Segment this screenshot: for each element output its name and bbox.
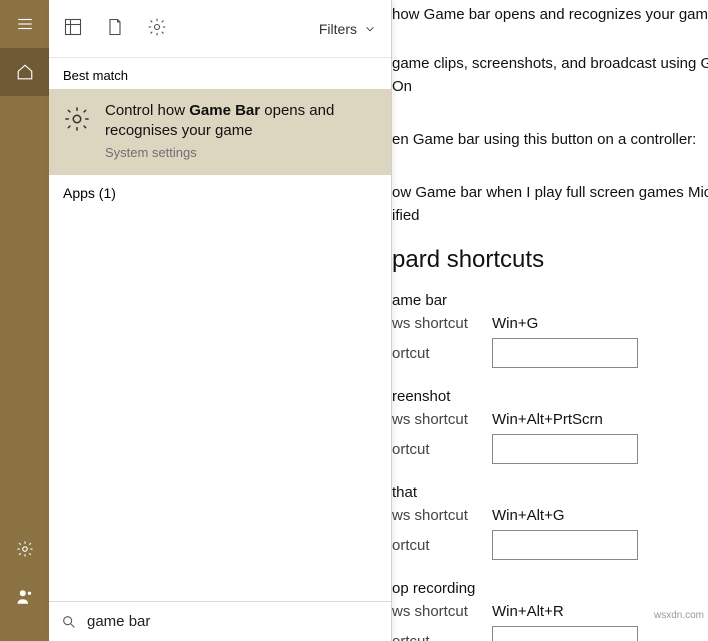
settings-background: how Game bar opens and recognizes your g… <box>392 0 708 641</box>
toggle-label: On <box>392 78 708 95</box>
search-box[interactable] <box>49 601 391 641</box>
search-result-best-match[interactable]: Control how Game Bar opens and recognise… <box>49 89 391 175</box>
shortcut-input[interactable] <box>492 530 638 560</box>
shortcut-value: Win+Alt+PrtScrn <box>492 411 603 428</box>
shortcut-name: reenshot <box>392 388 708 405</box>
shortcut-name: op recording <box>392 580 708 597</box>
custom-shortcut-row: ortcut <box>392 626 708 641</box>
settings-gear-button[interactable] <box>0 525 49 573</box>
watermark: wsxdn.com <box>654 610 704 621</box>
feedback-button[interactable] <box>0 573 49 621</box>
shortcut-label: ws shortcut <box>392 507 492 524</box>
section-heading: pard shortcuts <box>392 246 708 274</box>
shortcut-input[interactable] <box>492 434 638 464</box>
shortcut-input[interactable] <box>492 338 638 368</box>
shortcut-group: ame barws shortcutWin+Gortcut <box>392 292 708 368</box>
shortcut-value: Win+Alt+G <box>492 507 565 524</box>
windows-shortcut-row: ws shortcutWin+Alt+PrtScrn <box>392 411 708 428</box>
search-results-panel: Filters Best match Control how Game Bar … <box>49 0 392 641</box>
custom-shortcut-row: ortcut <box>392 434 708 464</box>
result-title: Control how Game Bar opens and recognise… <box>105 101 377 142</box>
taskbar-sidebar <box>0 0 49 641</box>
shortcut-group: thatws shortcutWin+Alt+Gortcut <box>392 484 708 560</box>
windows-shortcut-row: ws shortcutWin+G <box>392 315 708 332</box>
search-panel-toolbar: Filters <box>49 0 391 58</box>
shortcut-name: ame bar <box>392 292 708 309</box>
result-subtitle: System settings <box>105 144 377 162</box>
apps-section-header[interactable]: Apps (1) <box>49 175 391 211</box>
shortcut-input[interactable] <box>492 626 638 641</box>
shortcut-label: ws shortcut <box>392 411 492 428</box>
shortcut-label: ortcut <box>392 633 492 641</box>
gear-icon <box>63 105 91 133</box>
home-button[interactable] <box>0 48 49 96</box>
shortcut-label: ortcut <box>392 345 492 362</box>
hamburger-menu-button[interactable] <box>0 0 49 48</box>
apps-scope-icon[interactable] <box>63 17 83 40</box>
custom-shortcut-row: ortcut <box>392 530 708 560</box>
custom-shortcut-row: ortcut <box>392 338 708 368</box>
text-fragment: how Game bar opens and recognizes your g… <box>392 6 708 23</box>
search-icon <box>61 614 77 630</box>
text-fragment: ified <box>392 207 708 224</box>
text-fragment: ow Game bar when I play full screen game… <box>392 184 708 201</box>
documents-scope-icon[interactable] <box>105 17 125 40</box>
filters-dropdown[interactable]: Filters <box>319 21 377 37</box>
windows-shortcut-row: ws shortcutWin+Alt+G <box>392 507 708 524</box>
shortcut-label: ortcut <box>392 441 492 458</box>
shortcut-label: ws shortcut <box>392 603 492 620</box>
shortcut-label: ortcut <box>392 537 492 554</box>
shortcut-value: Win+Alt+R <box>492 603 564 620</box>
text-fragment: game clips, screenshots, and broadcast u… <box>392 55 708 72</box>
shortcut-value: Win+G <box>492 315 538 332</box>
filters-label: Filters <box>319 21 357 37</box>
text-fragment: en Game bar using this button on a contr… <box>392 131 708 148</box>
settings-scope-icon[interactable] <box>147 17 167 40</box>
chevron-down-icon <box>363 22 377 36</box>
shortcut-name: that <box>392 484 708 501</box>
shortcut-label: ws shortcut <box>392 315 492 332</box>
best-match-header: Best match <box>49 58 391 89</box>
shortcut-group: reenshotws shortcutWin+Alt+PrtScrnortcut <box>392 388 708 464</box>
search-input[interactable] <box>87 613 379 630</box>
